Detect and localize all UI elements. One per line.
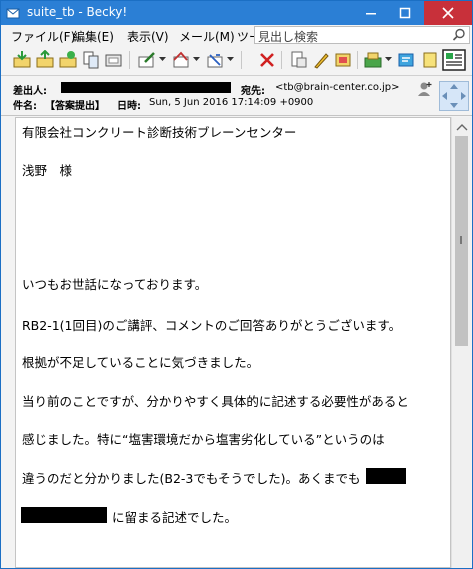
- filter-icon: [291, 51, 307, 68]
- body-redaction: [21, 507, 107, 523]
- delete-button[interactable]: [257, 50, 277, 70]
- toolbar: [1, 45, 472, 76]
- toolbar-separator: [129, 51, 130, 69]
- address-book-icon: [83, 51, 99, 69]
- body-line: RB2-1(1回目)のご講評、コメントのご回答ありがとうございます。: [22, 318, 402, 333]
- maximize-button[interactable]: [390, 1, 420, 25]
- address-book-button[interactable]: [81, 50, 101, 70]
- body-line: 当り前のことですが、分かりやすく具体的に記述する必要性があると: [22, 394, 409, 409]
- navigation-arrows-icon: [442, 84, 466, 108]
- attachment-button[interactable]: [333, 50, 353, 70]
- subject-value: 【答案提出】: [45, 101, 105, 112]
- body-line: 違うのだと分かりました(B2-3でもそうでした)。あくまでも: [22, 471, 361, 486]
- search-placeholder: 見出し検索: [258, 30, 319, 44]
- write-mail-icon: [138, 52, 155, 68]
- to-label: 宛先:: [241, 86, 265, 97]
- search-icon[interactable]: [452, 28, 466, 42]
- date-label: 日時:: [117, 101, 141, 112]
- date-value: Sun, 5 Jun 2016 17:14:09 +0900: [149, 97, 314, 108]
- header-search-input[interactable]: 見出し検索: [254, 26, 470, 44]
- title-bar[interactable]: suite_tb - Becky!: [1, 1, 472, 25]
- attachment-icon: [335, 53, 351, 67]
- to-value[interactable]: <tb@brain-center.co.jp>: [275, 82, 400, 93]
- message-header: 差出人: 宛先: <tb@brain-center.co.jp> 件名: 【答案…: [1, 76, 472, 116]
- delete-icon: [260, 53, 274, 67]
- scrollbar-grip: [460, 236, 462, 244]
- body-line: 浅野 様: [22, 163, 73, 178]
- close-button[interactable]: [424, 1, 472, 25]
- vertical-scrollbar[interactable]: [451, 117, 471, 568]
- note-button[interactable]: [420, 50, 440, 70]
- write-mail-button[interactable]: [137, 50, 157, 70]
- forward-icon: [207, 54, 223, 68]
- menu-file[interactable]: ファイル(F): [11, 28, 75, 45]
- body-line: 有限会社コンクリート診断技術ブレーンセンター: [22, 125, 297, 140]
- window-title: suite_tb - Becky!: [27, 5, 128, 19]
- new-mail-icon: [59, 51, 77, 68]
- edit-icon: [314, 53, 329, 69]
- becky-app-icon: [6, 8, 20, 19]
- edit-button[interactable]: [311, 50, 331, 70]
- chevron-down-icon[interactable]: [159, 57, 166, 62]
- collect-button[interactable]: [363, 50, 383, 70]
- menu-edit[interactable]: 編集(E): [73, 28, 114, 45]
- body-line: いつもお世話になっております。: [22, 277, 208, 292]
- send-mail-icon: [36, 50, 54, 68]
- from-redaction: [61, 82, 231, 93]
- add-contact-icon[interactable]: [417, 81, 433, 97]
- from-label: 差出人:: [13, 86, 47, 97]
- settings-button[interactable]: [442, 49, 466, 71]
- menu-mail[interactable]: メール(M): [179, 28, 235, 45]
- toolbar-separator: [357, 51, 358, 69]
- body-redaction: [366, 468, 406, 484]
- collect-icon: [364, 52, 382, 68]
- mailbox-icon: [105, 54, 122, 67]
- help-icon: [398, 53, 414, 67]
- filter-button[interactable]: [289, 50, 309, 70]
- menu-view[interactable]: 表示(V): [127, 28, 169, 45]
- toolbar-separator: [281, 51, 282, 69]
- header-navigation-pad[interactable]: [439, 81, 469, 111]
- minimize-icon: [366, 13, 376, 15]
- chevron-down-icon[interactable]: [193, 57, 200, 62]
- subject-label: 件名:: [13, 101, 37, 112]
- forward-button[interactable]: [205, 50, 225, 70]
- reply-button[interactable]: [171, 50, 191, 70]
- minimize-button[interactable]: [356, 1, 386, 25]
- mail-window: suite_tb - Becky! ファイル(F) 編集(E) 表示(V) メー…: [0, 0, 473, 569]
- scrollbar-thumb[interactable]: [455, 136, 468, 346]
- send-mail-button[interactable]: [35, 50, 55, 70]
- chevron-down-icon[interactable]: [227, 57, 234, 62]
- body-line: 根拠が不足していることに気づきました。: [22, 355, 260, 370]
- help-button[interactable]: [397, 50, 417, 70]
- toolbar-separator: [241, 51, 242, 69]
- settings-icon: [442, 49, 466, 71]
- chevron-down-icon[interactable]: [385, 57, 392, 62]
- new-mail-button[interactable]: [58, 50, 78, 70]
- receive-mail-icon: [13, 51, 31, 68]
- receive-mail-button[interactable]: [12, 50, 32, 70]
- note-icon: [423, 52, 437, 68]
- scroll-up-icon[interactable]: [453, 120, 471, 134]
- body-line: に留まる記述でした。: [112, 510, 238, 525]
- maximize-icon: [399, 7, 411, 19]
- mailbox-button[interactable]: [104, 50, 124, 70]
- reply-icon: [173, 51, 189, 68]
- message-body[interactable]: 有限会社コンクリート診断技術ブレーンセンター 浅野 様 いつもお世話になっており…: [15, 117, 451, 568]
- body-line: 感じました。特に“塩害環境だから塩害劣化している”というのは: [22, 432, 385, 447]
- close-icon: [442, 7, 454, 19]
